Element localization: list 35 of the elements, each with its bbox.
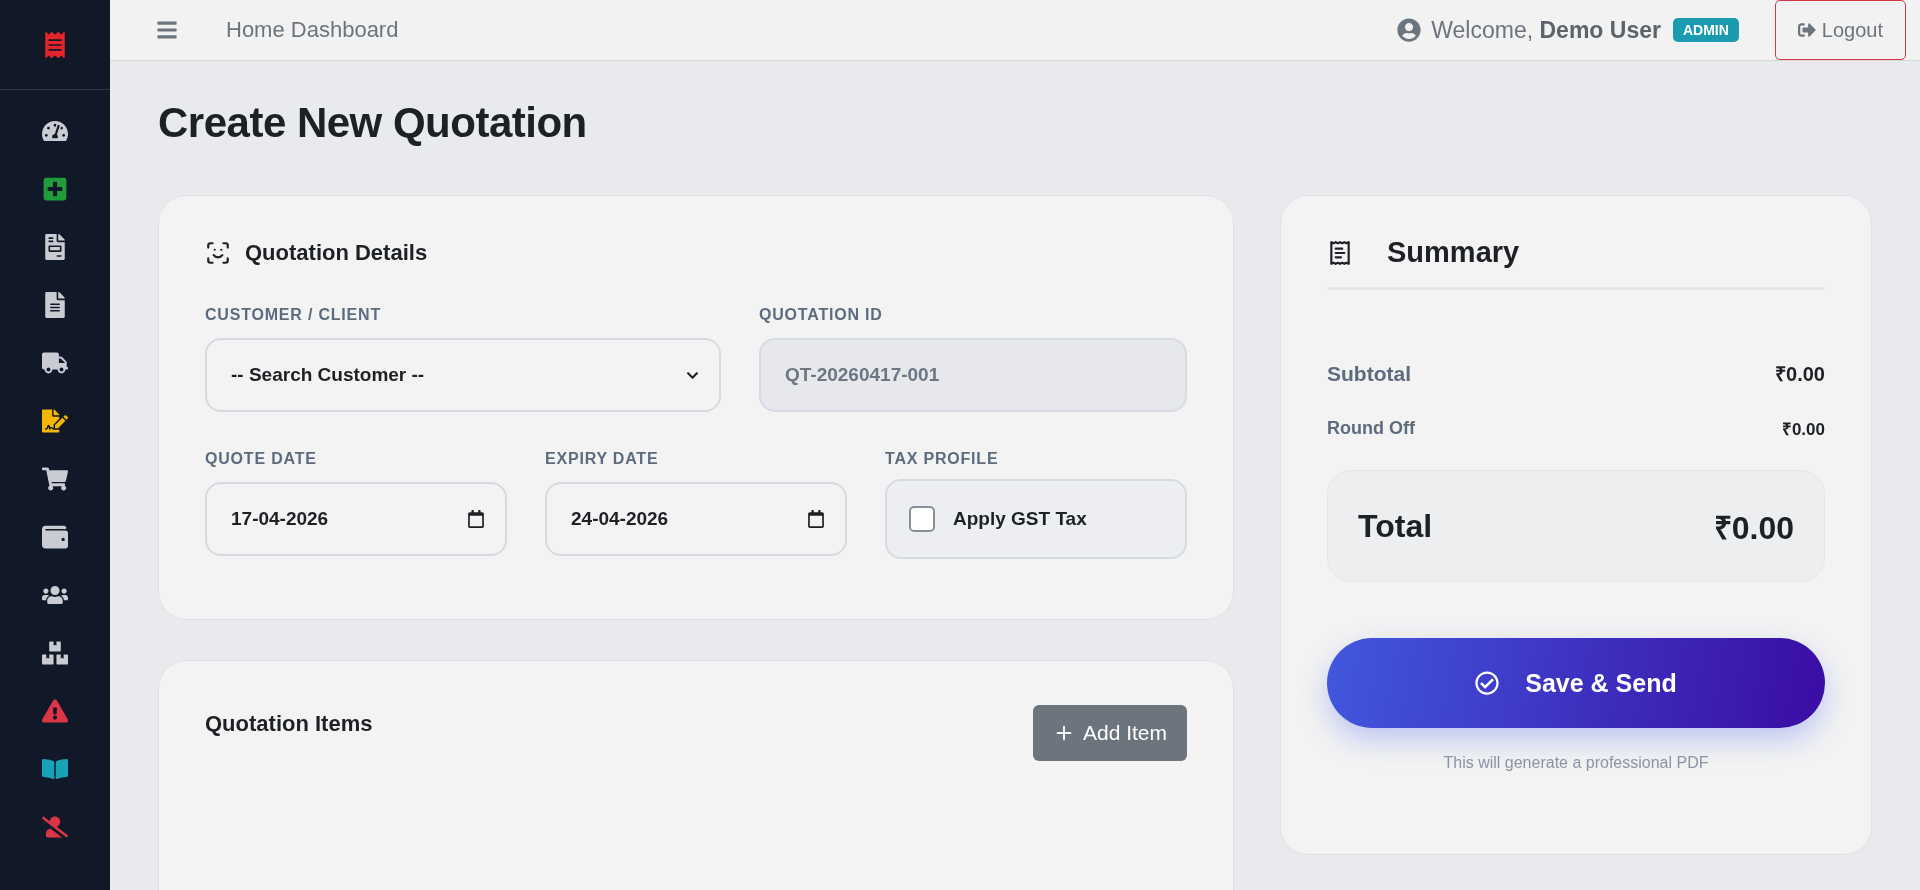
field-label: TAX PROFILE — [885, 450, 1000, 468]
field-label: QUOTE DATE — [205, 450, 318, 468]
checkbox-label: Apply GST Tax — [953, 508, 1087, 530]
scan-user-icon — [205, 240, 231, 266]
round-off-value: ₹0.00 — [1781, 419, 1825, 440]
welcome-text: Welcome, Demo User — [1431, 16, 1661, 44]
role-badge: ADMIN — [1672, 18, 1739, 42]
calendar-icon — [807, 510, 825, 528]
save-send-button[interactable]: Save & Send — [1327, 638, 1825, 728]
receipt-icon — [1327, 239, 1353, 266]
field-label: QUOTATION ID — [759, 306, 884, 324]
logout-icon — [1797, 21, 1816, 39]
page-breadcrumb: Home Dashboard — [226, 17, 400, 43]
card-title: Summary — [1387, 236, 1520, 269]
field-label: EXPIRY DATE — [545, 450, 660, 468]
customer-select[interactable]: -- Search Customer -- — [205, 338, 721, 412]
page-title: Create New Quotation — [158, 99, 588, 147]
card-title: Quotation Details — [245, 240, 428, 266]
card-title: Quotation Items — [205, 711, 373, 737]
pdf-note: This will generate a professional PDF — [1442, 754, 1710, 772]
add-item-button[interactable]: Add Item — [1032, 705, 1187, 761]
user-icon — [1397, 18, 1422, 42]
subtotal-value: ₹0.00 — [1775, 362, 1825, 387]
round-off-label: Round Off — [1327, 418, 1415, 439]
logout-button[interactable]: Logout — [1774, 0, 1906, 60]
subtotal-label: Subtotal — [1327, 361, 1411, 386]
total-value: ₹0.00 — [1713, 508, 1794, 548]
field-label: CUSTOMER / CLIENT — [205, 306, 382, 324]
receipt-logo-icon — [42, 31, 68, 58]
menu-icon[interactable] — [156, 19, 178, 41]
calendar-icon — [467, 510, 485, 528]
date-field[interactable]: 24-04-2026 — [545, 482, 847, 556]
total-label: Total — [1358, 507, 1433, 545]
date-field[interactable]: 17-04-2026 — [205, 482, 507, 556]
checkbox[interactable] — [909, 506, 935, 532]
